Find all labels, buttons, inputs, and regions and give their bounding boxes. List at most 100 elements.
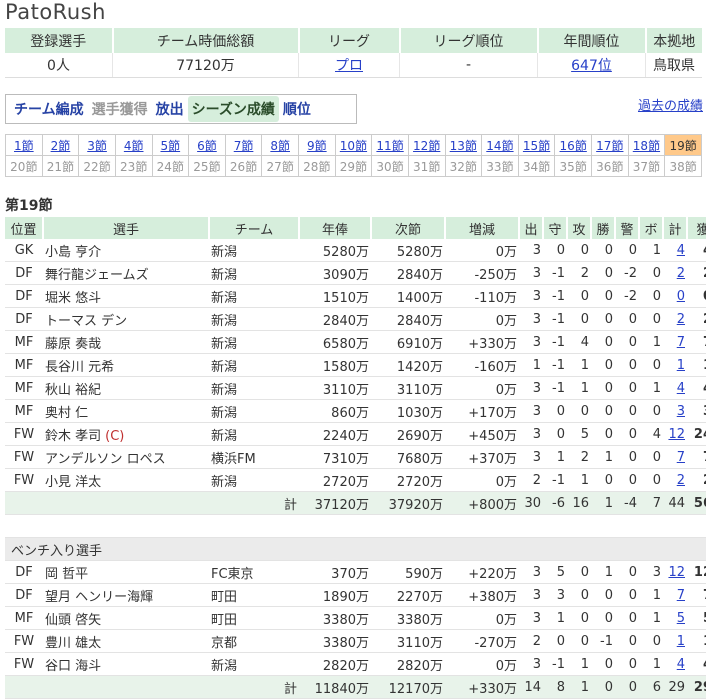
stat-mamori: 3: [543, 583, 567, 607]
menu-season-results[interactable]: シーズン成績: [187, 96, 279, 122]
round-7節[interactable]: 7節: [224, 134, 263, 156]
total-points-link[interactable]: 4: [677, 243, 685, 258]
round-11節[interactable]: 11節: [371, 134, 409, 156]
stat-salary: 3110万: [299, 376, 371, 400]
player-name-cell: 秋山 裕紀: [43, 376, 209, 400]
stat-salary: 2820万: [299, 652, 371, 676]
stat-de: 3: [519, 330, 543, 354]
round-18節[interactable]: 18節: [627, 134, 666, 156]
total-points-link[interactable]: 2: [677, 312, 685, 327]
round-16節[interactable]: 16節: [554, 134, 592, 156]
round-15節[interactable]: 15節: [517, 134, 556, 156]
total-points-link[interactable]: 2: [677, 266, 685, 281]
round-10節[interactable]: 10節: [334, 134, 373, 156]
stat-de: 1: [519, 353, 543, 377]
round-1節[interactable]: 1節: [5, 134, 43, 156]
stat-bonus: 1: [639, 376, 663, 400]
total-label: 計: [5, 491, 299, 515]
round-6節[interactable]: 6節: [188, 134, 226, 156]
round-12節[interactable]: 12節: [407, 134, 446, 156]
total-points: 44: [663, 491, 687, 515]
total-points-link[interactable]: 7: [677, 335, 685, 350]
player-name-cell: 小島 亨介: [43, 239, 209, 262]
round-34節: 34節: [517, 155, 556, 177]
player-name-cell: アンデルソン ロペス: [43, 445, 209, 469]
total-points-link[interactable]: 7: [677, 588, 685, 603]
player-row: FW谷口 海斗新潟2820万2820万0万3-1100144: [5, 652, 706, 676]
stat-seme: 0: [567, 629, 591, 653]
total-points-link[interactable]: 4: [677, 381, 685, 396]
stat-diff: -160万: [445, 353, 519, 377]
round-33節: 33節: [481, 155, 519, 177]
total-points-link[interactable]: 5: [677, 611, 685, 626]
stat-salary: 2240万: [299, 422, 371, 446]
earned-points: 1: [687, 629, 706, 653]
menu-ranking[interactable]: 順位: [279, 96, 315, 122]
player-name: 長谷川 元希: [45, 359, 115, 375]
total-points-link[interactable]: 12: [668, 427, 685, 442]
player-row: MF藤原 奏哉 新潟6580万6910万+330万3-1400177: [5, 330, 706, 354]
team: 新潟: [209, 239, 299, 262]
team: 新潟: [209, 284, 299, 308]
column-header: チーム: [209, 217, 300, 239]
column-header: 計: [663, 217, 688, 239]
stat-mamori: -1: [543, 353, 567, 377]
round-selector: 1節 2節 3節 4節 5節 6節 7節 8節 9節 10節 11節 12節 13節 14節 15節 16節 1…: [5, 134, 702, 177]
player-stats-table: 位置 選手 チーム 年俸 次節 増減出守攻勝警ボ計獲 GK 小島 亨介 新潟 5280万 5280…: [5, 217, 706, 699]
stat-bonus: 0: [639, 445, 663, 469]
stat-win: -1: [591, 629, 615, 653]
round-9節[interactable]: 9節: [298, 134, 336, 156]
round-8節[interactable]: 8節: [261, 134, 299, 156]
stat-next: 3380万: [371, 606, 445, 630]
total-points-link[interactable]: 12: [668, 565, 685, 580]
earned-points: 4: [687, 652, 706, 676]
annual-rank-link[interactable]: 647位: [571, 58, 612, 74]
total-points-link[interactable]: 1: [677, 634, 685, 649]
bench-label: ベンチ入り選手: [5, 537, 706, 561]
player-name: 舞行龍ジェームズ: [45, 267, 149, 283]
player-name-cell: 堀米 悠斗: [43, 284, 209, 308]
total-points-link[interactable]: 4: [677, 657, 685, 672]
round-13節[interactable]: 13節: [444, 134, 483, 156]
menu-team-formation[interactable]: チーム編成: [10, 96, 88, 122]
stat-mamori: -1: [543, 468, 567, 492]
stat-bonus: 0: [639, 399, 663, 423]
position: MF: [5, 399, 43, 423]
total-seme: 1: [567, 675, 591, 699]
round-35節: 35節: [554, 155, 592, 177]
round-32節: 32節: [444, 155, 483, 177]
total-cell: 4: [663, 376, 687, 400]
total-diff: +800万: [445, 491, 519, 515]
round-17節[interactable]: 17節: [591, 134, 629, 156]
total-cell: 0: [663, 284, 687, 308]
column-header: 位置: [5, 217, 44, 239]
total-diff: +330万: [445, 675, 519, 699]
total-points-link[interactable]: 3: [677, 404, 685, 419]
info-league-rank: -: [399, 53, 538, 78]
round-3節[interactable]: 3節: [78, 134, 116, 156]
total-points-link[interactable]: 7: [677, 450, 685, 465]
column-header: 獲: [687, 217, 706, 239]
total-points-link[interactable]: 2: [677, 473, 685, 488]
menu-release[interactable]: 放出: [152, 96, 188, 122]
total-points-link[interactable]: 1: [677, 358, 685, 373]
stat-de: 3: [519, 399, 543, 423]
team: 横浜FM: [209, 445, 299, 469]
stat-de: 2: [519, 629, 543, 653]
round-5節[interactable]: 5節: [151, 134, 190, 156]
stat-mamori: 0: [543, 422, 567, 446]
round-14節[interactable]: 14節: [481, 134, 519, 156]
stat-seme: 0: [567, 583, 591, 607]
captain-badge: (C): [105, 428, 125, 444]
stat-mamori: -1: [543, 376, 567, 400]
player-row: DF堀米 悠斗新潟1510万1400万-110万3-100-2000: [5, 284, 706, 308]
round-2節[interactable]: 2節: [41, 134, 80, 156]
stat-salary: 1890万: [299, 583, 371, 607]
round-4節[interactable]: 4節: [114, 134, 153, 156]
past-results-link[interactable]: 過去の成績: [638, 95, 703, 114]
total-points-link[interactable]: 0: [677, 289, 685, 304]
stat-bonus: 1: [639, 239, 663, 262]
stat-next: 2840万: [371, 261, 445, 285]
league-link[interactable]: プロ: [335, 58, 363, 74]
info-header-annual-rank: 年間順位: [537, 28, 647, 53]
